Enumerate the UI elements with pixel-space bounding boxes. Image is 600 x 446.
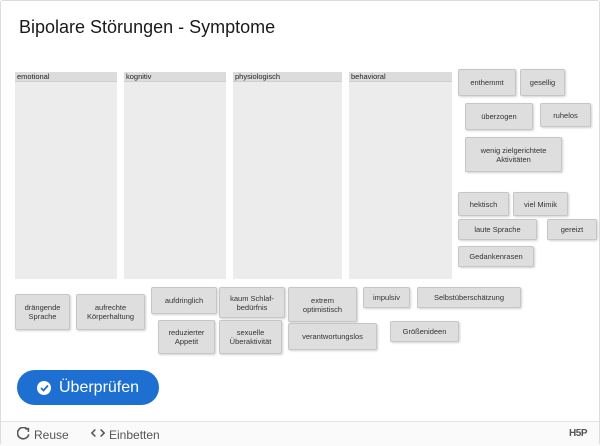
draggable-tile[interactable]: aufrechte Körperhaltung (76, 294, 145, 330)
draggable-tile[interactable]: kaum Schlaf- bedürfnis (219, 287, 285, 318)
drop-zone-behavioral[interactable]: behavioral (349, 72, 452, 279)
draggable-tile[interactable]: überzogen (465, 103, 533, 130)
zone-label: kognitiv (124, 72, 226, 82)
draggable-tile[interactable]: enthemmt (458, 69, 516, 96)
embed-label: Einbetten (109, 427, 160, 442)
draggable-tile[interactable]: aufdringlich (151, 287, 217, 314)
reuse-label: Reuse (34, 428, 69, 442)
draggable-tile[interactable]: ruhelos (540, 103, 591, 127)
draggable-tile[interactable]: reduzierter Appetit (158, 320, 215, 354)
draggable-tile[interactable]: gesellig (520, 69, 565, 96)
draggable-tile[interactable]: laute Sprache (458, 219, 537, 240)
reuse-button[interactable]: Reuse (16, 426, 69, 443)
h5p-logo: H5P (569, 428, 587, 439)
drop-zone-physiologisch[interactable]: physiologisch (233, 72, 342, 279)
draggable-tile[interactable]: wenig zielgerichtete Aktivitäten (465, 137, 562, 172)
check-button[interactable]: Überprüfen (17, 370, 159, 405)
draggable-tile[interactable]: Größenideen (390, 321, 459, 342)
draggable-tile[interactable]: hektisch (458, 192, 509, 216)
check-button-label: Überprüfen (59, 378, 140, 396)
embed-button[interactable]: Einbetten (90, 427, 160, 442)
reuse-icon (16, 426, 34, 443)
draggable-tile[interactable]: Selbstüberschätzung (417, 287, 521, 308)
draggable-tile[interactable]: verantwortungslos (288, 323, 377, 350)
drop-zone-kognitiv[interactable]: kognitiv (124, 72, 226, 279)
draggable-tile[interactable]: viel Mimik (513, 192, 568, 216)
zone-label: emotional (15, 72, 117, 82)
draggable-tile[interactable]: impulsiv (363, 287, 410, 308)
draggable-tile[interactable]: extrem optimistisch (288, 287, 357, 322)
code-icon (90, 427, 109, 442)
zone-label: behavioral (349, 72, 452, 82)
draggable-tile[interactable]: gereizt (547, 219, 597, 240)
check-circle-icon (37, 380, 51, 395)
drop-zone-emotional[interactable]: emotional (15, 72, 117, 279)
page-title: Bipolare Störungen - Symptome (19, 17, 276, 37)
draggable-tile[interactable]: sexuelle Überaktivität (219, 320, 282, 354)
draggable-tile[interactable]: drängende Sprache (15, 294, 70, 330)
draggable-tile[interactable]: Gedankenrasen (458, 246, 534, 267)
zone-label: physiologisch (233, 72, 342, 82)
footer-bar: Reuse Einbetten H5P (1, 421, 599, 446)
